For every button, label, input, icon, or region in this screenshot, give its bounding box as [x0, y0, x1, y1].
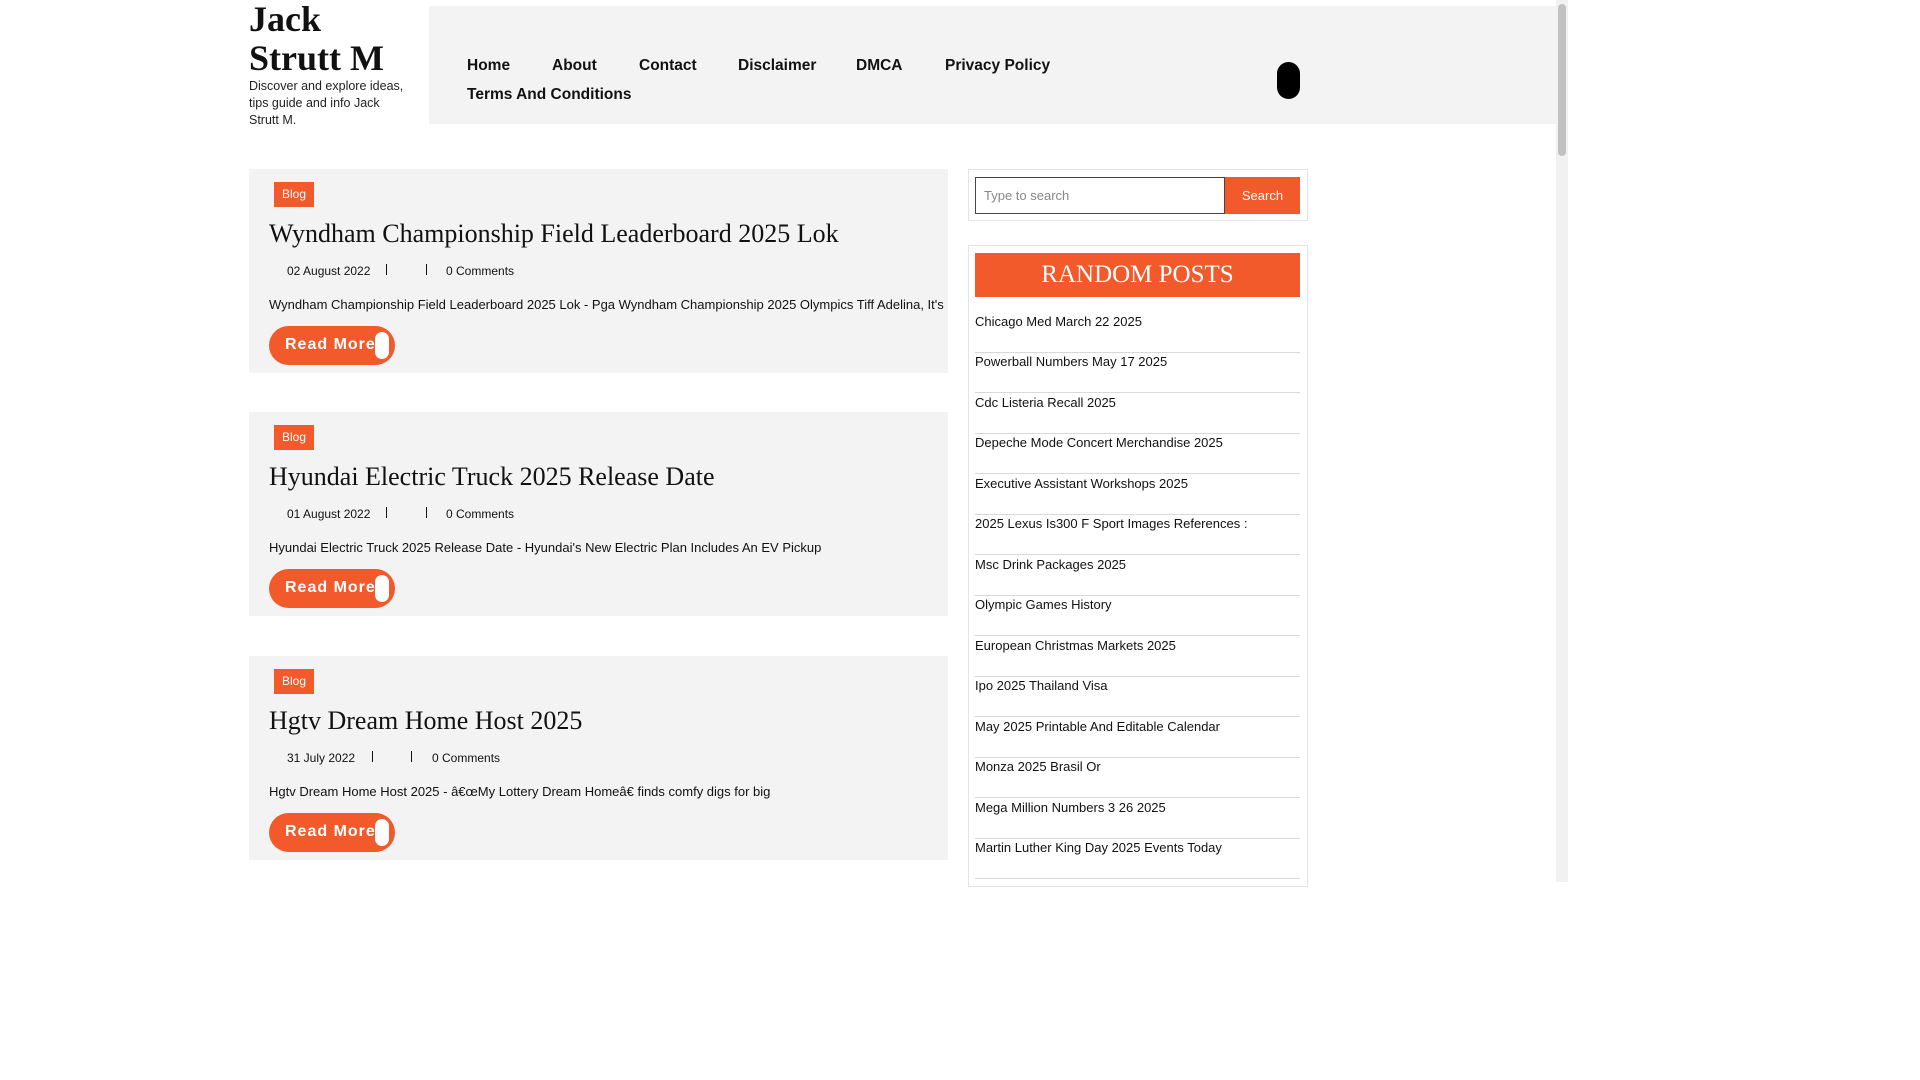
- theme-toggle-button[interactable]: [1277, 62, 1300, 99]
- nav-privacy-policy[interactable]: Privacy Policy: [945, 57, 1050, 75]
- random-post-link[interactable]: Martin Luther King Day 2025 Events Today: [975, 839, 1300, 879]
- random-post-label[interactable]: Mega Million Numbers 3 26 2025: [975, 800, 1166, 815]
- post-excerpt: Hgtv Dream Home Host 2025 - â€œMy Lotter…: [269, 784, 771, 799]
- random-post-link[interactable]: May 2025 Printable And Editable Calendar: [975, 718, 1300, 758]
- nav-dmca[interactable]: DMCA: [856, 57, 903, 75]
- nav-disclaimer[interactable]: Disclaimer: [738, 57, 816, 75]
- post-title[interactable]: Wyndham Championship Field Leaderboard 2…: [269, 219, 839, 249]
- random-posts-widget: RANDOM POSTS Chicago Med March 22 2025 P…: [968, 245, 1308, 887]
- random-post-label[interactable]: Powerball Numbers May 17 2025: [975, 354, 1167, 369]
- read-more-label: Read More: [285, 336, 376, 353]
- post-excerpt: Wyndham Championship Field Leaderboard 2…: [269, 297, 944, 312]
- read-more-button[interactable]: Read More: [269, 569, 395, 608]
- site-description: Discover and explore ideas, tips guide a…: [249, 79, 404, 127]
- post-card: Blog Hgtv Dream Home Host 2025 31 July 2…: [249, 656, 948, 860]
- site-title[interactable]: Jack Strutt M: [249, 0, 419, 78]
- random-post-label[interactable]: Executive Assistant Workshops 2025: [975, 476, 1188, 491]
- random-post-label[interactable]: Olympic Games History: [975, 597, 1112, 612]
- random-post-link[interactable]: Msc Drink Packages 2025: [975, 556, 1300, 596]
- random-post-link[interactable]: Chicago Med March 22 2025: [975, 313, 1300, 353]
- random-post-label[interactable]: Ipo 2025 Thailand Visa: [975, 678, 1108, 693]
- meta-divider: [426, 507, 427, 518]
- random-post-link[interactable]: 2025 Lexus Is300 F Sport Images Referenc…: [975, 515, 1300, 555]
- search-input[interactable]: [975, 177, 1225, 214]
- read-more-pill-icon: [375, 819, 389, 846]
- widget-title: RANDOM POSTS: [975, 253, 1300, 297]
- random-post-link[interactable]: Executive Assistant Workshops 2025: [975, 475, 1300, 515]
- read-more-pill-icon: [375, 332, 389, 359]
- meta-divider: [411, 751, 412, 762]
- read-more-button[interactable]: Read More: [269, 813, 395, 852]
- page-scrollbar[interactable]: [1556, 0, 1568, 882]
- post-date: 31 July 2022: [287, 751, 356, 765]
- meta-divider: [386, 264, 387, 275]
- meta-divider: [372, 751, 373, 762]
- read-more-label: Read More: [285, 823, 376, 840]
- category-badge[interactable]: Blog: [274, 669, 314, 694]
- random-post-label[interactable]: Depeche Mode Concert Merchandise 2025: [975, 435, 1223, 450]
- post-comments[interactable]: 0 Comments: [446, 507, 514, 521]
- random-post-link[interactable]: Mega Million Numbers 3 26 2025: [975, 799, 1300, 839]
- random-post-label[interactable]: Monza 2025 Brasil Or: [975, 759, 1101, 774]
- random-post-link[interactable]: Olympic Games History: [975, 596, 1300, 636]
- read-more-pill-icon: [375, 575, 389, 602]
- random-post-link[interactable]: Monza 2025 Brasil Or: [975, 758, 1300, 798]
- random-post-link[interactable]: Depeche Mode Concert Merchandise 2025: [975, 434, 1300, 474]
- post-card: Blog Wyndham Championship Field Leaderbo…: [249, 169, 948, 373]
- random-post-label[interactable]: 2025 Lexus Is300 F Sport Images Referenc…: [975, 516, 1247, 531]
- search-button[interactable]: Search: [1225, 177, 1300, 214]
- nav-terms[interactable]: Terms And Conditions: [467, 86, 631, 104]
- post-card: Blog Hyundai Electric Truck 2025 Release…: [249, 412, 948, 616]
- random-post-link[interactable]: Powerball Numbers May 17 2025: [975, 353, 1300, 393]
- post-date: 02 August 2022: [287, 264, 371, 278]
- post-comments[interactable]: 0 Comments: [446, 264, 514, 278]
- main-navigation: Home About Contact Disclaimer DMCA Priva…: [429, 6, 1557, 124]
- random-post-link[interactable]: Ipo 2025 Thailand Visa: [975, 677, 1300, 717]
- random-post-label[interactable]: Msc Drink Packages 2025: [975, 557, 1126, 572]
- post-comments[interactable]: 0 Comments: [432, 751, 500, 765]
- random-post-label[interactable]: Cdc Listeria Recall 2025: [975, 395, 1116, 410]
- read-more-button[interactable]: Read More: [269, 326, 395, 365]
- random-post-label[interactable]: Martin Luther King Day 2025 Events Today: [975, 840, 1222, 855]
- search-widget: Search: [968, 169, 1308, 221]
- random-post-label[interactable]: European Christmas Markets 2025: [975, 638, 1176, 653]
- scrollbar-thumb[interactable]: [1558, 4, 1566, 156]
- nav-home[interactable]: Home: [467, 57, 510, 75]
- category-badge[interactable]: Blog: [274, 425, 314, 450]
- post-title[interactable]: Hyundai Electric Truck 2025 Release Date: [269, 462, 715, 492]
- random-post-label[interactable]: May 2025 Printable And Editable Calendar: [975, 719, 1220, 734]
- nav-contact[interactable]: Contact: [639, 57, 697, 75]
- meta-divider: [426, 264, 427, 275]
- read-more-label: Read More: [285, 579, 376, 596]
- nav-about[interactable]: About: [552, 57, 597, 75]
- post-title[interactable]: Hgtv Dream Home Host 2025: [269, 706, 582, 736]
- post-date: 01 August 2022: [287, 507, 371, 521]
- category-badge[interactable]: Blog: [274, 182, 314, 207]
- random-post-link[interactable]: European Christmas Markets 2025: [975, 637, 1300, 677]
- meta-divider: [386, 507, 387, 518]
- random-post-link[interactable]: Cdc Listeria Recall 2025: [975, 394, 1300, 434]
- post-excerpt: Hyundai Electric Truck 2025 Release Date…: [269, 540, 822, 555]
- random-post-label[interactable]: Chicago Med March 22 2025: [975, 314, 1142, 329]
